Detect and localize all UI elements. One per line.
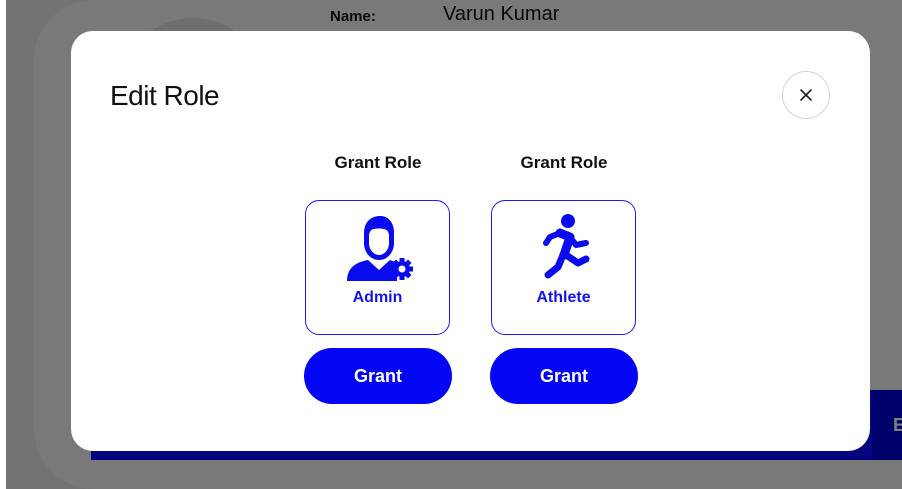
running-person-icon <box>543 214 590 279</box>
close-button[interactable] <box>782 71 830 119</box>
user-gear-icon <box>347 216 413 281</box>
grant-athlete-button[interactable]: Grant <box>490 348 638 404</box>
role-name-athlete: Athlete <box>536 289 591 306</box>
role-card-admin[interactable]: Admin <box>305 200 450 335</box>
edit-role-modal: Edit Role Grant Role Admin Grant Grant R… <box>71 31 870 451</box>
grant-role-heading: Grant Role <box>334 153 422 172</box>
grant-admin-button[interactable]: Grant <box>304 348 452 404</box>
close-icon <box>800 89 812 101</box>
role-column-athlete: Grant Role Athlete Grant <box>490 31 638 451</box>
page-left-edge <box>0 0 6 489</box>
role-name-admin: Admin <box>352 289 403 306</box>
role-card-athlete[interactable]: Athlete <box>491 200 636 335</box>
modal-title: Edit Role <box>110 80 220 111</box>
grant-role-heading: Grant Role <box>520 153 608 172</box>
role-column-admin: Grant Role Admin Grant <box>304 31 452 451</box>
